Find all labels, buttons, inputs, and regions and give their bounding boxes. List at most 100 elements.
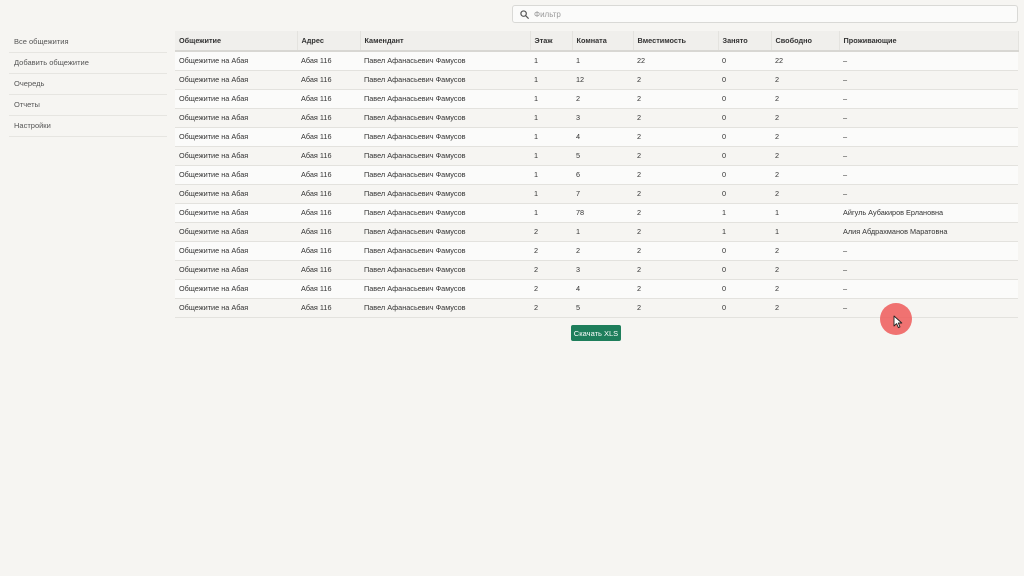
cell-occupied: 0 (718, 146, 771, 166)
table-row[interactable]: Общежитие на Абая Абая 116 Павел Афанасьев… (175, 203, 1018, 223)
cell-floor: 1 (530, 184, 572, 204)
cell-occupied: 0 (718, 108, 771, 128)
table-row[interactable]: Общежитие на Абая Абая 116 Павел Афанасьев… (175, 70, 1018, 90)
cell-residents: – (839, 184, 1018, 204)
cell-capacity: 2 (633, 89, 718, 109)
cell-floor: 2 (530, 260, 572, 280)
cell-room: 6 (572, 165, 633, 185)
cell-dorm: Общежитие на Абая (175, 279, 297, 299)
rooms-table: Общежитие Адрес Камендант Этаж Комната Вмести… (175, 31, 1019, 318)
column-header-dorm[interactable]: Общежитие (175, 31, 298, 52)
column-header-floor[interactable]: Этаж (530, 31, 573, 52)
cell-address: Абая 116 (297, 108, 360, 128)
column-header-commandant[interactable]: Камендант (360, 31, 531, 52)
cell-free: 2 (771, 89, 839, 109)
cell-room: 2 (572, 241, 633, 261)
cell-floor: 1 (530, 89, 572, 109)
cell-dorm: Общежитие на Абая (175, 127, 297, 147)
cell-free: 2 (771, 108, 839, 128)
table-row[interactable]: Общежитие на Абая Абая 116 Павел Афанасьев… (175, 241, 1018, 261)
table-row[interactable]: Общежитие на Абая Абая 116 Павел Афанасьев… (175, 127, 1018, 147)
cell-free: 2 (771, 241, 839, 261)
table-row[interactable]: Общежитие на Абая Абая 116 Павел Афанасьев… (175, 184, 1018, 204)
column-header-capacity[interactable]: Вместимость (633, 31, 719, 52)
column-header-free[interactable]: Свободно (771, 31, 840, 52)
column-header-residents[interactable]: Проживающие (839, 31, 1019, 52)
cell-capacity: 22 (633, 51, 718, 71)
cell-residents: – (839, 127, 1018, 147)
column-header-occupied[interactable]: Занято (718, 31, 772, 52)
cell-occupied: 0 (718, 279, 771, 299)
cell-residents: – (839, 165, 1018, 185)
cell-commandant: Павел Афанасьевич Фамусов (360, 146, 530, 166)
cell-address: Абая 116 (297, 70, 360, 90)
cell-residents: – (839, 260, 1018, 280)
sidebar-item-queue[interactable]: Очередь (9, 74, 167, 95)
cell-residents: – (839, 241, 1018, 261)
cell-capacity: 2 (633, 279, 718, 299)
search-input[interactable] (532, 6, 1017, 22)
cell-address: Абая 116 (297, 298, 360, 318)
column-header-room[interactable]: Комната (572, 31, 634, 52)
cell-capacity: 2 (633, 241, 718, 261)
cell-free: 1 (771, 203, 839, 223)
cell-residents: – (839, 298, 1018, 318)
top-bar (0, 0, 1024, 30)
cell-occupied: 0 (718, 51, 771, 71)
cell-room: 3 (572, 260, 633, 280)
cell-occupied: 0 (718, 89, 771, 109)
cell-commandant: Павел Афанасьевич Фамусов (360, 184, 530, 204)
cell-occupied: 0 (718, 260, 771, 280)
cell-floor: 2 (530, 222, 572, 242)
cell-floor: 1 (530, 51, 572, 71)
cell-dorm: Общежитие на Абая (175, 260, 297, 280)
table-row[interactable]: Общежитие на Абая Абая 116 Павел Афанасьев… (175, 222, 1018, 242)
sidebar-item-add-dorm[interactable]: Добавить общежитие (9, 53, 167, 74)
cell-commandant: Павел Афанасьевич Фамусов (360, 51, 530, 71)
sidebar-item-all-dorms[interactable]: Все общежития (9, 32, 167, 53)
search-box[interactable] (512, 5, 1018, 23)
search-icon (516, 6, 532, 22)
cell-commandant: Павел Афанасьевич Фамусов (360, 165, 530, 185)
cell-capacity: 2 (633, 165, 718, 185)
sidebar-item-reports[interactable]: Отчеты (9, 95, 167, 116)
cell-dorm: Общежитие на Абая (175, 70, 297, 90)
table-row[interactable]: Общежитие на Абая Абая 116 Павел Афанасьев… (175, 89, 1018, 109)
cell-residents: – (839, 279, 1018, 299)
table-row[interactable]: Общежитие на Абая Абая 116 Павел Афанасьев… (175, 165, 1018, 185)
column-header-address[interactable]: Адрес (297, 31, 361, 52)
cell-address: Абая 116 (297, 165, 360, 185)
cell-residents: Айгуль Аубакиров Ерлановна (839, 203, 1018, 223)
cell-occupied: 0 (718, 241, 771, 261)
table-row[interactable]: Общежитие на Абая Абая 116 Павел Афанасьев… (175, 146, 1018, 166)
download-xls-button[interactable]: Скачать XLS (571, 325, 621, 341)
cell-room: 3 (572, 108, 633, 128)
cell-occupied: 0 (718, 70, 771, 90)
cell-commandant: Павел Афанасьевич Фамусов (360, 260, 530, 280)
cell-address: Абая 116 (297, 222, 360, 242)
cell-address: Абая 116 (297, 279, 360, 299)
table-row[interactable]: Общежитие на Абая Абая 116 Павел Афанасьев… (175, 260, 1018, 280)
cell-occupied: 0 (718, 127, 771, 147)
cell-residents: – (839, 108, 1018, 128)
cell-floor: 1 (530, 203, 572, 223)
cell-address: Абая 116 (297, 89, 360, 109)
table-row[interactable]: Общежитие на Абая Абая 116 Павел Афанасьев… (175, 51, 1018, 71)
cell-free: 2 (771, 165, 839, 185)
cell-free: 2 (771, 146, 839, 166)
cell-dorm: Общежитие на Абая (175, 298, 297, 318)
sidebar-item-settings[interactable]: Настройки (9, 116, 167, 137)
cell-capacity: 2 (633, 127, 718, 147)
cell-capacity: 2 (633, 108, 718, 128)
table-row[interactable]: Общежитие на Абая Абая 116 Павел Афанасьев… (175, 279, 1018, 299)
table-row[interactable]: Общежитие на Абая Абая 116 Павел Афанасьев… (175, 108, 1018, 128)
cell-commandant: Павел Афанасьевич Фамусов (360, 89, 530, 109)
cell-floor: 1 (530, 146, 572, 166)
cell-occupied: 0 (718, 184, 771, 204)
cell-occupied: 1 (718, 222, 771, 242)
cell-floor: 2 (530, 298, 572, 318)
cell-free: 22 (771, 51, 839, 71)
cell-residents: Алия Абдрахманов Маратовна (839, 222, 1018, 242)
cell-dorm: Общежитие на Абая (175, 241, 297, 261)
cell-dorm: Общежитие на Абая (175, 203, 297, 223)
